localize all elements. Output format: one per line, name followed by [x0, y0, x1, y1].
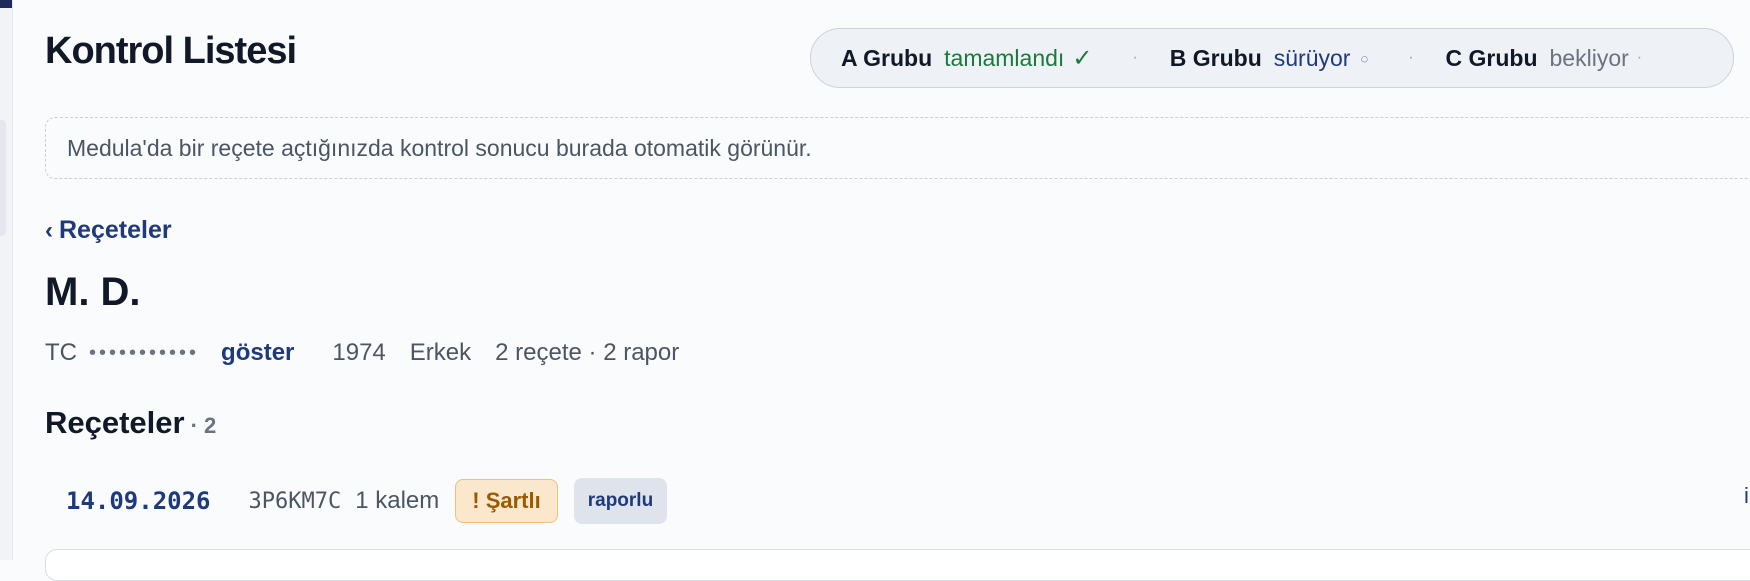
page-title: Kontrol Listesi	[45, 30, 297, 72]
status-group-b: B Grubu sürüyor ◌	[1170, 45, 1368, 72]
dot-icon: ·	[1636, 49, 1643, 66]
patient-name: M. D.	[45, 270, 141, 314]
birth-year: 1974	[332, 339, 386, 366]
check-icon: ✓	[1072, 44, 1093, 72]
group-status-pill: A Grubu tamamlandı ✓ · B Grubu sürüyor ◌…	[810, 28, 1734, 88]
prescription-date: 14.09.2026	[66, 487, 211, 515]
chevron-left-icon: ‹	[45, 216, 53, 244]
prescription-code: 3P6KM7C	[248, 488, 342, 514]
separator-dot: ·	[1408, 49, 1414, 66]
section-title-label: Reçeteler	[45, 405, 185, 440]
group-c-name: C Grubu	[1445, 44, 1538, 71]
group-b-name: B Grubu	[1169, 44, 1262, 71]
tc-label: TC	[45, 339, 77, 366]
record-summary: 2 reçete · 2 rapor	[495, 339, 680, 366]
tc-masked-value: •••••••••••	[89, 341, 200, 364]
gender: Erkek	[409, 339, 472, 366]
prescription-row[interactable]: 14.09.2026 3P6KM7C 1 kalem ! Şartlı rapo…	[66, 476, 668, 526]
prescription-detail-card	[45, 549, 1750, 581]
rail-tab[interactable]	[0, 120, 6, 236]
status-group-a: A Grubu tamamlandı ✓	[841, 44, 1092, 73]
back-link-label: Reçeteler	[59, 216, 172, 244]
show-tc-button[interactable]: göster	[221, 339, 294, 367]
group-a-name: A Grubu	[841, 44, 933, 71]
info-banner-text: Medula'da bir reçete açtığınızda kontrol…	[67, 134, 812, 161]
patient-meta: TC ••••••••••• göster 1974 Erkek 2 reçet…	[45, 339, 703, 367]
spinner-icon: ◌	[1360, 50, 1369, 66]
row-action-icon[interactable]: i	[1744, 483, 1749, 509]
info-banner: Medula'da bir reçete açtığınızda kontrol…	[45, 117, 1750, 179]
back-to-prescriptions-link[interactable]: ‹ Reçeteler	[45, 216, 172, 245]
group-c-state: bekliyor	[1549, 44, 1629, 71]
left-sidebar-rail	[0, 0, 13, 560]
separator-dot: ·	[1132, 49, 1138, 66]
report-badge: raporlu	[573, 478, 668, 524]
group-b-state: sürüyor	[1273, 44, 1351, 71]
conditional-badge: ! Şartlı	[455, 479, 558, 523]
group-a-state: tamamlandı	[944, 44, 1065, 71]
prescriptions-section-title: Reçeteler · 2	[45, 405, 216, 441]
rail-accent	[0, 0, 12, 8]
prescription-count: · 2	[190, 413, 217, 438]
prescription-item-count: 1 kalem	[355, 487, 440, 514]
status-group-c: C Grubu bekliyor ·	[1446, 45, 1643, 72]
